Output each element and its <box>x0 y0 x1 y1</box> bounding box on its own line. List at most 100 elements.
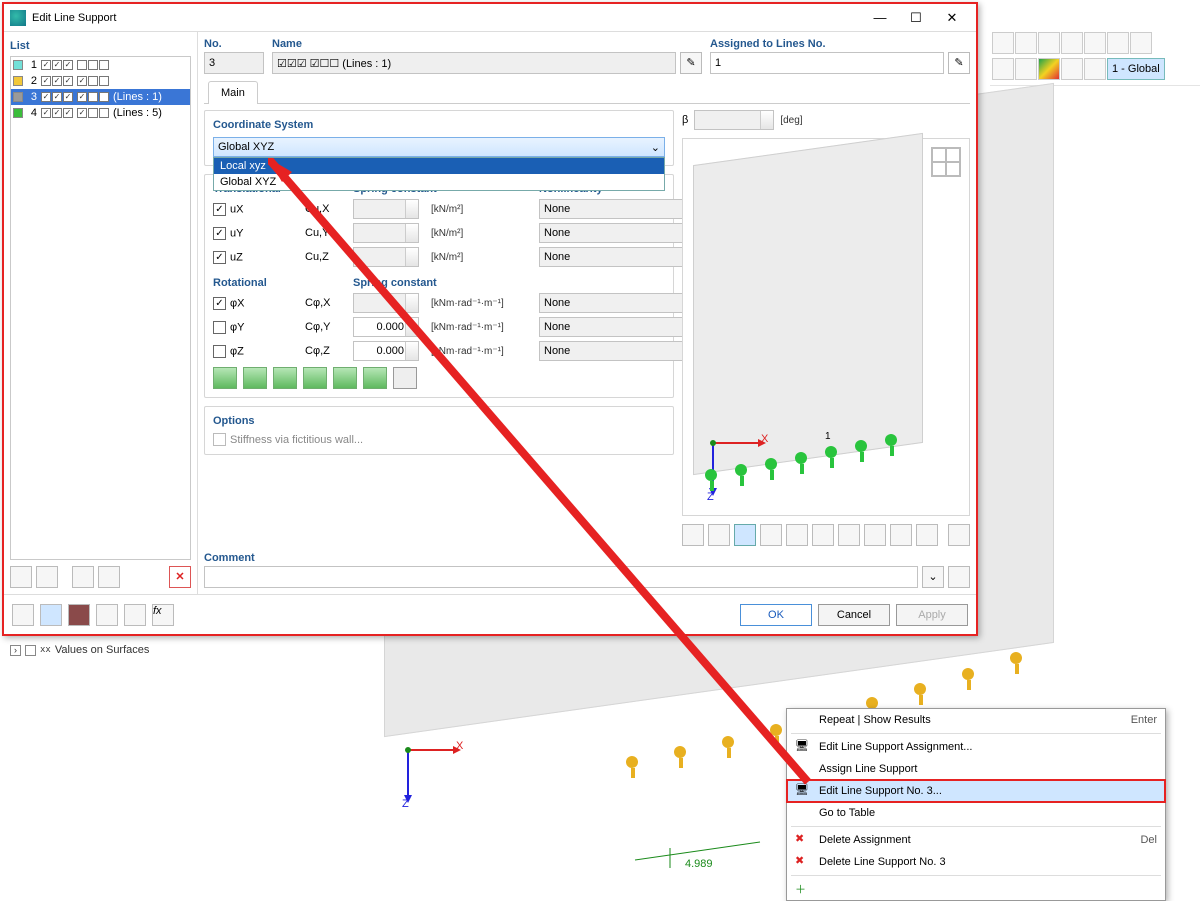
tab-main[interactable]: Main <box>208 81 258 104</box>
preset-button[interactable] <box>393 367 417 389</box>
ux-checkbox[interactable]: ✓uX <box>213 203 297 216</box>
edit-icon: 🖥 <box>795 739 811 755</box>
expand-icon[interactable]: › <box>10 645 21 656</box>
support-list[interactable]: 1 ✓✓✓ 2 ✓✓✓ ✓ 3 ✓✓✓ ✓ (Lines <box>10 56 191 560</box>
menu-edit-assignment[interactable]: 🖥Edit Line Support Assignment... <box>787 736 1165 758</box>
copy-button[interactable] <box>36 566 58 588</box>
menu-repeat[interactable]: Repeat | Show ResultsEnter <box>787 709 1165 731</box>
options-label: Options <box>213 415 665 427</box>
view-button[interactable] <box>838 524 860 546</box>
view-button[interactable] <box>708 524 730 546</box>
list-item[interactable]: 3 ✓✓✓ ✓ (Lines : 1) <box>11 89 190 105</box>
new-button[interactable] <box>10 566 32 588</box>
toolbar-btn[interactable] <box>1107 32 1129 54</box>
preset-button[interactable] <box>213 367 237 389</box>
view-reset-button[interactable] <box>948 524 970 546</box>
preset-button[interactable] <box>303 367 327 389</box>
menu-more[interactable]: ＋ <box>787 878 1165 900</box>
list-header: List <box>10 40 191 52</box>
pick-lines-button[interactable] <box>948 52 970 74</box>
menu-assign[interactable]: Assign Line Support <box>787 758 1165 780</box>
toolbar-btn[interactable] <box>1130 32 1152 54</box>
grid-icon[interactable] <box>931 147 961 177</box>
view-button[interactable] <box>864 524 886 546</box>
tool-button[interactable] <box>124 604 146 626</box>
delete-button[interactable]: ✕ <box>169 566 191 588</box>
toolbar-btn[interactable] <box>992 58 1014 80</box>
menu-delete-support[interactable]: ✖Delete Line Support No. 3 <box>787 851 1165 873</box>
cuz-input <box>353 247 419 267</box>
view-button[interactable] <box>916 524 938 546</box>
delete-icon: ✖ <box>795 854 811 870</box>
uz-checkbox[interactable]: ✓uZ <box>213 251 297 264</box>
assigned-header: Assigned to Lines No. <box>710 38 970 50</box>
color-swatch <box>13 76 23 86</box>
units-button[interactable] <box>40 604 62 626</box>
list-item[interactable]: 1 ✓✓✓ <box>11 57 190 73</box>
toolbar-btn[interactable] <box>1061 32 1083 54</box>
comment-dropdown-button[interactable]: ⌄ <box>922 566 944 588</box>
view-button[interactable] <box>812 524 834 546</box>
edit-line-support-dialog: Edit Line Support — ☐ ✕ List 1 ✓✓✓ 2 <box>2 2 978 636</box>
repeat-icon <box>795 712 811 728</box>
toolbar-btn[interactable] <box>1084 32 1106 54</box>
name-header: Name <box>272 38 702 50</box>
titlebar[interactable]: Edit Line Support — ☐ ✕ <box>4 4 976 32</box>
cancel-button[interactable]: Cancel <box>818 604 890 626</box>
check-all-button[interactable] <box>72 566 94 588</box>
color-button[interactable] <box>68 604 90 626</box>
view-button[interactable] <box>682 524 704 546</box>
apply-button: Apply <box>896 604 968 626</box>
tool-button[interactable] <box>96 604 118 626</box>
tree-checkbox[interactable] <box>25 645 36 656</box>
toolbar-dropdown[interactable]: 1 - Global <box>1107 58 1165 80</box>
minimize-button[interactable]: — <box>862 5 898 31</box>
preset-button[interactable] <box>243 367 267 389</box>
preset-button[interactable] <box>363 367 387 389</box>
view-button[interactable] <box>734 524 756 546</box>
coord-system-label: Coordinate System <box>213 119 665 131</box>
navigator-item[interactable]: › xx Values on Surfaces <box>10 644 149 656</box>
assigned-input[interactable]: 1 <box>710 52 944 74</box>
menu-delete-assignment[interactable]: ✖Delete AssignmentDel <box>787 829 1165 851</box>
toolbar-btn[interactable] <box>1084 58 1106 80</box>
ok-button[interactable]: OK <box>740 604 812 626</box>
toolbar-btn[interactable] <box>1015 58 1037 80</box>
dropdown-option[interactable]: Global XYZ <box>214 174 664 190</box>
uy-checkbox[interactable]: ✓uY <box>213 227 297 240</box>
close-button[interactable]: ✕ <box>934 5 970 31</box>
preview-viewport[interactable]: 1 X Z <box>682 138 970 516</box>
coord-system-dropdown[interactable]: Global XYZ⌄ Local xyz Global XYZ <box>213 137 665 157</box>
comment-pick-button[interactable] <box>948 566 970 588</box>
fx-button[interactable]: fx <box>152 604 174 626</box>
preset-button[interactable] <box>333 367 357 389</box>
toolbar-btn[interactable] <box>1038 32 1060 54</box>
menu-go-to-table[interactable]: Go to Table <box>787 802 1165 824</box>
view-button[interactable] <box>890 524 912 546</box>
view-button[interactable] <box>786 524 808 546</box>
toolbar-btn[interactable] <box>1015 32 1037 54</box>
menu-edit-line-support[interactable]: 🖥Edit Line Support No. 3... <box>787 780 1165 802</box>
uncheck-all-button[interactable] <box>98 566 120 588</box>
toolbar-btn[interactable] <box>992 32 1014 54</box>
dropdown-option[interactable]: Local xyz <box>214 158 664 174</box>
maximize-button[interactable]: ☐ <box>898 5 934 31</box>
phix-checkbox[interactable]: ✓φX <box>213 297 297 310</box>
phiy-checkbox[interactable]: φY <box>213 321 297 334</box>
help-button[interactable] <box>12 604 34 626</box>
no-header: No. <box>204 38 264 50</box>
window-title: Edit Line Support <box>32 12 116 24</box>
preset-button[interactable] <box>273 367 297 389</box>
no-field: 3 <box>204 52 264 74</box>
chevron-down-icon: ⌄ <box>651 141 660 154</box>
phiz-checkbox[interactable]: φZ <box>213 345 297 358</box>
comment-input[interactable] <box>204 566 918 588</box>
list-item[interactable]: 2 ✓✓✓ ✓ <box>11 73 190 89</box>
edit-name-button[interactable] <box>680 52 702 74</box>
cphiy-input[interactable]: 0.000 <box>353 317 419 337</box>
color-scale-icon[interactable] <box>1038 58 1060 80</box>
toolbar-btn[interactable] <box>1061 58 1083 80</box>
view-button[interactable] <box>760 524 782 546</box>
cphiz-input[interactable]: 0.000 <box>353 341 419 361</box>
list-item[interactable]: 4 ✓✓✓ ✓ (Lines : 5) <box>11 105 190 121</box>
